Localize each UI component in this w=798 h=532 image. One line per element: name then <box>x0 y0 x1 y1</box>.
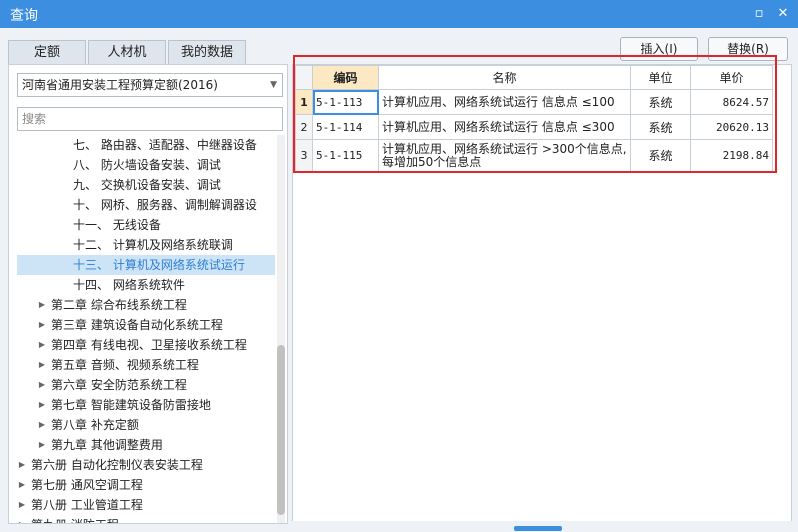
expand-arrow-icon[interactable]: ▶ <box>37 315 47 335</box>
tree-item[interactable]: 八、 防火墙设备安装、调试 <box>17 155 275 175</box>
tree-item-label: 第三章 建筑设备自动化系统工程 <box>51 318 223 332</box>
row-number-header <box>295 65 313 90</box>
tree-item-label: 第六章 安全防范系统工程 <box>51 378 187 392</box>
tree-item-label: 十四、 网络系统软件 <box>73 278 185 292</box>
code-cell[interactable]: 5-1-115 <box>312 139 379 172</box>
table-header-row: 编码 名称 单位 单价 <box>295 65 773 90</box>
tree-scrollbar-thumb[interactable] <box>277 345 285 515</box>
expand-arrow-icon[interactable]: ▶ <box>17 475 27 495</box>
table-row[interactable]: 1 5-1-113 计算机应用、网络系统试运行 信息点 ≤100 系统 8624… <box>295 89 773 115</box>
expand-arrow-icon[interactable]: ▶ <box>37 415 47 435</box>
tree-item-label: 第四章 有线电视、卫星接收系统工程 <box>51 338 247 352</box>
insert-button[interactable]: 插入(I) <box>620 37 698 61</box>
name-cell[interactable]: 计算机应用、网络系统试运行 信息点 ≤100 <box>378 89 631 115</box>
expand-arrow-icon[interactable]: ▶ <box>37 435 47 455</box>
splitter-handle[interactable] <box>514 526 562 531</box>
tree-item-label: 第九章 其他调整费用 <box>51 438 163 452</box>
unit-cell[interactable]: 系统 <box>630 114 691 140</box>
chapter-tree: 七、 路由器、适配器、中继器设备 八、 防火墙设备安装、调试 九、 交换机设备安装、… <box>17 135 275 523</box>
tab-labor-material-machine[interactable]: 人材机 <box>88 40 166 64</box>
search-input[interactable] <box>17 107 283 131</box>
tree-item-label: 第八章 补充定额 <box>51 418 139 432</box>
row-number: 3 <box>295 139 313 172</box>
tree-item[interactable]: ▶ 第八册 工业管道工程 <box>17 495 275 515</box>
library-select[interactable]: 河南省通用安装工程预算定额(2016) ▼ <box>17 73 283 97</box>
row-number: 1 <box>295 89 313 115</box>
tree-item[interactable]: ▶ 第三章 建筑设备自动化系统工程 <box>17 315 275 335</box>
tree-item-label: 十三、 计算机及网络系统试运行 <box>73 258 245 272</box>
code-cell[interactable]: 5-1-114 <box>312 114 379 140</box>
tree-item-label: 第六册 自动化控制仪表安装工程 <box>31 458 203 472</box>
tab-my-data[interactable]: 我的数据 <box>168 40 246 64</box>
tree-item-label: 第五章 音频、视频系统工程 <box>51 358 199 372</box>
tree-item-label: 第八册 工业管道工程 <box>31 498 143 512</box>
tree-item-label: 第七册 通风空调工程 <box>31 478 143 492</box>
tree-item[interactable]: 十一、 无线设备 <box>17 215 275 235</box>
tree-item[interactable]: ▶ 第六章 安全防范系统工程 <box>17 375 275 395</box>
expand-arrow-icon[interactable]: ▶ <box>17 455 27 475</box>
tree-item-label: 第九册 消防工程 <box>31 515 119 523</box>
window-title: 查询 <box>10 8 38 24</box>
title-bar: 查询 ▫ ✕ <box>0 0 798 28</box>
tree-item[interactable]: ▶ 第四章 有线电视、卫星接收系统工程 <box>17 335 275 355</box>
tree-item[interactable]: 九、 交换机设备安装、调试 <box>17 175 275 195</box>
price-cell[interactable]: 2198.84 <box>690 139 773 172</box>
result-table: 编码 名称 单位 单价 1 5-1-113 计算机应用、网络系统试运行 信息点 … <box>295 65 773 172</box>
unit-column-header[interactable]: 单位 <box>630 65 691 90</box>
tree-item-label: 九、 交换机设备安装、调试 <box>73 178 221 192</box>
tree-item[interactable]: ▶ 第九册 消防工程 <box>17 515 275 523</box>
expand-arrow-icon[interactable]: ▶ <box>37 355 47 375</box>
tree-item[interactable]: 七、 路由器、适配器、中继器设备 <box>17 135 275 155</box>
unit-cell[interactable]: 系统 <box>630 89 691 115</box>
name-cell[interactable]: 计算机应用、网络系统试运行 >300个信息点,每增加50个信息点 <box>378 139 631 172</box>
replace-button[interactable]: 替换(R) <box>708 37 788 61</box>
tree-item-label: 第七章 智能建筑设备防雷接地 <box>51 398 211 412</box>
close-icon[interactable]: ✕ <box>774 5 792 23</box>
expand-arrow-icon[interactable]: ▶ <box>37 295 47 315</box>
expand-arrow-icon[interactable]: ▶ <box>37 335 47 355</box>
splitter-bar[interactable] <box>292 521 792 532</box>
table-row[interactable]: 2 5-1-114 计算机应用、网络系统试运行 信息点 ≤300 系统 2062… <box>295 114 773 140</box>
tree-item[interactable]: ▶ 第二章 综合布线系统工程 <box>17 295 275 315</box>
name-cell[interactable]: 计算机应用、网络系统试运行 信息点 ≤300 <box>378 114 631 140</box>
code-column-header[interactable]: 编码 <box>312 65 379 90</box>
name-column-header[interactable]: 名称 <box>378 65 631 90</box>
price-cell[interactable]: 8624.57 <box>690 89 773 115</box>
tree-scrollbar[interactable] <box>277 135 285 523</box>
tree-item[interactable]: 十、 网桥、服务器、调制解调器设 <box>17 195 275 215</box>
tree-item-label: 八、 防火墙设备安装、调试 <box>73 158 221 172</box>
price-cell[interactable]: 20620.13 <box>690 114 773 140</box>
price-column-header[interactable]: 单价 <box>690 65 773 90</box>
tree-item[interactable]: 十四、 网络系统软件 <box>17 275 275 295</box>
expand-arrow-icon[interactable]: ▶ <box>17 515 27 523</box>
expand-arrow-icon[interactable]: ▶ <box>37 395 47 415</box>
tree-item[interactable]: ▶ 第七章 智能建筑设备防雷接地 <box>17 395 275 415</box>
tree-item[interactable]: ▶ 第七册 通风空调工程 <box>17 475 275 495</box>
expand-arrow-icon[interactable]: ▶ <box>37 375 47 395</box>
chevron-down-icon: ▼ <box>270 80 277 90</box>
table-row[interactable]: 3 5-1-115 计算机应用、网络系统试运行 >300个信息点,每增加50个信… <box>295 139 773 172</box>
tree-item-label: 十、 网桥、服务器、调制解调器设 <box>73 198 257 212</box>
tree-item-label: 十一、 无线设备 <box>73 218 161 232</box>
tree-item[interactable]: ▶ 第六册 自动化控制仪表安装工程 <box>17 455 275 475</box>
unit-cell[interactable]: 系统 <box>630 139 691 172</box>
left-panel: 河南省通用安装工程预算定额(2016) ▼ 七、 路由器、适配器、中继器设备八、… <box>8 64 288 524</box>
library-select-value: 河南省通用安装工程预算定额(2016) <box>22 78 218 92</box>
tree-item[interactable]: ▶ 第八章 补充定额 <box>17 415 275 435</box>
code-cell[interactable]: 5-1-113 <box>312 89 379 115</box>
row-number: 2 <box>295 114 313 140</box>
tree-item[interactable]: 十三、 计算机及网络系统试运行 <box>17 255 275 275</box>
tree-item[interactable]: 十二、 计算机及网络系统联调 <box>17 235 275 255</box>
restore-icon[interactable]: ▫ <box>750 5 768 23</box>
expand-arrow-icon[interactable]: ▶ <box>17 495 27 515</box>
tree-item-label: 十二、 计算机及网络系统联调 <box>73 238 233 252</box>
tree-item-label: 七、 路由器、适配器、中继器设备 <box>73 138 257 152</box>
tab-quota[interactable]: 定额 <box>8 40 86 64</box>
tree-item-label: 第二章 综合布线系统工程 <box>51 298 187 312</box>
tree-item[interactable]: ▶ 第五章 音频、视频系统工程 <box>17 355 275 375</box>
tree-item[interactable]: ▶ 第九章 其他调整费用 <box>17 435 275 455</box>
